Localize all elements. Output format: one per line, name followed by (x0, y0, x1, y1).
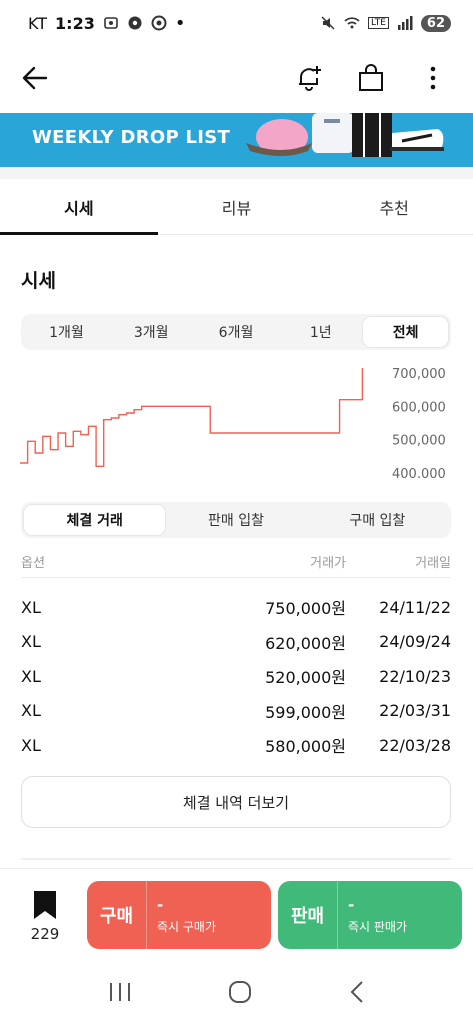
recents-icon[interactable] (107, 980, 133, 1004)
clock: 1:23 (55, 13, 95, 33)
table-row: XL 599,000원 22/03/31 (21, 694, 451, 729)
buy-label: 구매 (87, 881, 147, 949)
row-date: 22/03/31 (379, 701, 451, 721)
tab-completed-trades[interactable]: 체결 거래 (24, 505, 166, 535)
carrier-label: KT (28, 13, 48, 33)
soccer-icon (128, 16, 142, 30)
row-price: 750,000원 (265, 599, 346, 619)
buy-button[interactable]: 구매 - 즉시 구매가 (87, 881, 271, 949)
row-price: 580,000원 (265, 737, 346, 757)
promo-banner[interactable]: WEEKLY DROP LIST (0, 113, 473, 167)
price-section-title: 시세 (21, 270, 56, 292)
row-date: 24/09/24 (379, 632, 451, 652)
system-nav-bar (0, 960, 473, 1024)
row-option: XL (21, 666, 41, 686)
table-row: XL 520,000원 22/10/23 (21, 659, 451, 694)
chrome-icon (151, 15, 167, 31)
y-tick-label: 700,000 (392, 368, 446, 382)
banner-products-illustration (246, 113, 444, 157)
row-price: 620,000원 (265, 633, 346, 653)
table-row: XL 750,000원 24/11/22 (21, 590, 451, 625)
status-bar: KT 1:23 • LTE 62 (0, 0, 473, 46)
instant-sell-label: 즉시 판매가 (348, 919, 408, 934)
header-option: 옵션 (21, 556, 45, 571)
back-button[interactable] (20, 58, 60, 98)
bell-plus-icon (299, 66, 321, 91)
wishlist-button[interactable]: 229 (22, 891, 68, 943)
tab-buy-bids[interactable]: 구매 입찰 (307, 505, 448, 535)
row-option: XL (21, 735, 41, 755)
view-more-trades-button[interactable]: 체결 내역 더보기 (21, 776, 451, 828)
divider (21, 858, 451, 860)
trade-table-header: 옵션 거래가 거래일 (21, 552, 451, 578)
sell-label: 판매 (278, 881, 338, 949)
screenshot-icon (104, 17, 118, 29)
tab-sell-bids[interactable]: 판매 입찰 (165, 505, 306, 535)
sell-button[interactable]: 판매 - 즉시 판매가 (278, 881, 462, 949)
section-spacer (0, 167, 473, 179)
y-tick-label: 400,000 (392, 467, 446, 478)
bookmark-icon (34, 891, 56, 919)
mute-icon (321, 16, 335, 30)
period-6-months[interactable]: 6개월 (194, 317, 279, 347)
row-option: XL (21, 632, 41, 652)
table-row: XL 620,000원 24/09/24 (21, 625, 451, 660)
content-tabs: 시세 리뷰 추천 (0, 179, 473, 235)
period-3-months[interactable]: 3개월 (109, 317, 194, 347)
network-label: LTE (367, 17, 389, 29)
more-options-button[interactable] (413, 58, 453, 98)
row-option: XL (21, 701, 41, 721)
header-price: 거래가 (310, 556, 346, 571)
instant-sell-price: - (348, 895, 355, 914)
shopping-bag-icon (359, 64, 383, 91)
battery-indicator: 62 (420, 14, 451, 32)
trade-table-body: XL 750,000원 24/11/22 XL 620,000원 24/09/2… (21, 590, 451, 763)
period-1-month[interactable]: 1개월 (24, 317, 109, 347)
price-history-chart: 700,000 600,000 500,000 400,000 (20, 368, 446, 478)
shopping-bag-button[interactable] (351, 58, 391, 98)
instant-buy-label: 즉시 구매가 (157, 919, 217, 934)
period-selector: 1개월 3개월 6개월 1년 전체 (21, 314, 451, 350)
row-date: 24/11/22 (379, 597, 451, 617)
row-date: 22/10/23 (379, 666, 451, 686)
y-tick-label: 600,000 (392, 400, 446, 415)
header-date: 거래일 (415, 556, 451, 571)
price-series-line (20, 368, 364, 468)
tab-review[interactable]: 리뷰 (158, 179, 316, 234)
y-tick-label: 500,000 (392, 434, 446, 449)
row-price: 599,000원 (265, 702, 346, 722)
bottom-action-bar: 229 구매 - 즉시 구매가 판매 - 즉시 판매가 (0, 868, 473, 960)
banner-text: WEEKLY DROP LIST (32, 127, 231, 148)
notification-dot-icon: • (174, 12, 186, 34)
tab-recommend[interactable]: 추천 (315, 179, 473, 234)
signal-icon (397, 16, 413, 30)
trade-type-selector: 체결 거래 판매 입찰 구매 입찰 (21, 502, 451, 538)
instant-buy-price: - (157, 895, 164, 914)
nav-back-icon[interactable] (347, 979, 367, 1005)
top-app-bar (0, 46, 473, 110)
period-all[interactable]: 전체 (363, 317, 448, 347)
wifi-icon (344, 17, 360, 29)
price-alert-button[interactable] (289, 58, 329, 98)
period-1-year[interactable]: 1년 (278, 317, 363, 347)
tab-price[interactable]: 시세 (0, 179, 158, 235)
home-icon[interactable] (226, 978, 254, 1006)
row-option: XL (21, 597, 41, 617)
row-date: 22/03/28 (379, 735, 451, 755)
row-price: 520,000원 (265, 668, 346, 688)
arrow-left-icon (22, 66, 48, 90)
wishlist-count: 229 (30, 925, 60, 943)
table-row: XL 580,000원 22/03/28 (21, 728, 451, 763)
kebab-menu-icon (430, 66, 436, 90)
